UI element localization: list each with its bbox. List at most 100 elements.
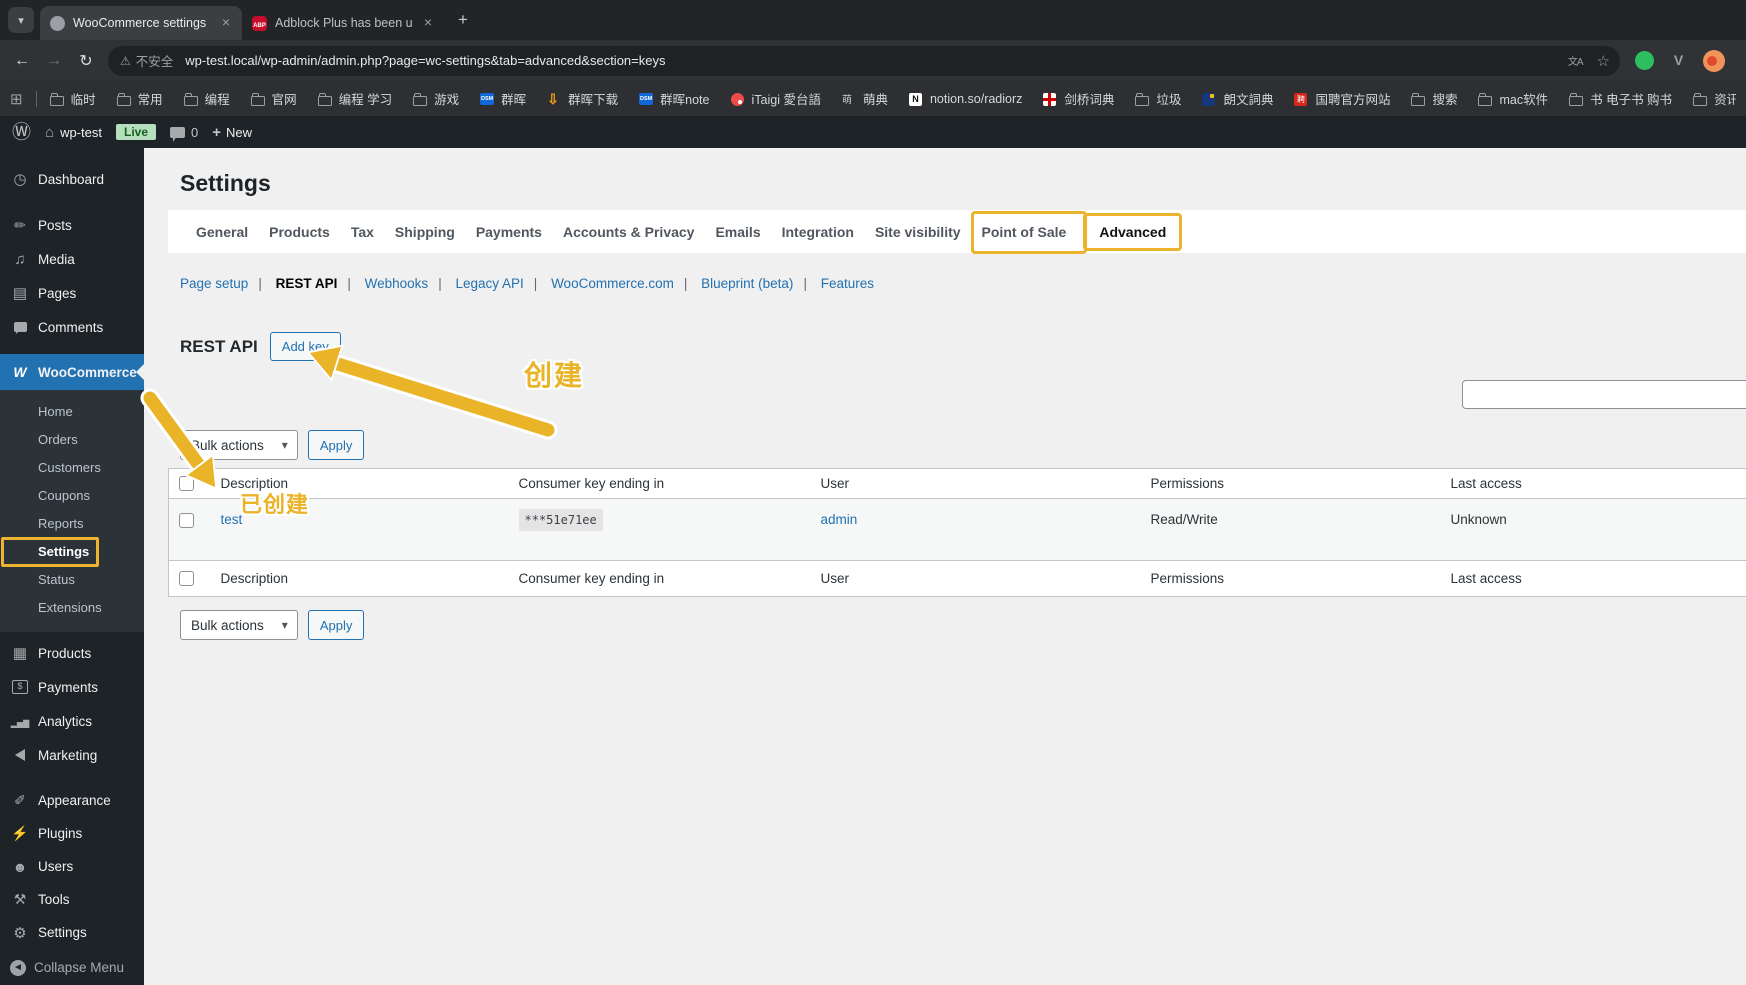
- sidebar-item[interactable]: Tools: [0, 883, 144, 916]
- bookmark-item[interactable]: 官网: [250, 89, 297, 108]
- sidebar-item[interactable]: Settings: [0, 916, 144, 949]
- subnav-link[interactable]: REST API: [276, 276, 361, 291]
- security-label[interactable]: 不安全: [136, 51, 174, 70]
- settings-tab[interactable]: Accounts & Privacy: [563, 224, 695, 240]
- settings-tab[interactable]: Site visibility: [875, 224, 961, 240]
- back-icon[interactable]: [8, 47, 36, 75]
- submenu-item[interactable]: Home: [0, 398, 144, 426]
- submenu-item[interactable]: Extensions: [0, 594, 144, 622]
- settings-tab[interactable]: Products: [269, 224, 330, 240]
- bookmark-item[interactable]: 资讯 设计: [1693, 89, 1736, 108]
- sidebar-item[interactable]: Plugins: [0, 817, 144, 850]
- admin-bar-new[interactable]: New: [212, 124, 252, 141]
- bookmark-item[interactable]: 群晖: [480, 89, 526, 108]
- evernote-extension-icon[interactable]: [1635, 51, 1654, 70]
- bookmark-star-icon[interactable]: [1597, 52, 1610, 70]
- settings-tab[interactable]: Integration: [782, 224, 854, 240]
- tab-close-icon[interactable]: [218, 15, 234, 31]
- submenu-item[interactable]: Orders: [0, 426, 144, 454]
- bookmark-icon: [250, 92, 265, 106]
- search-key-input[interactable]: [1462, 380, 1746, 409]
- sidebar-item[interactable]: Analytics: [0, 704, 144, 738]
- not-secure-warning-icon[interactable]: [120, 54, 131, 68]
- bookmark-item[interactable]: 群晖note: [639, 89, 709, 108]
- tab-close-icon[interactable]: [420, 15, 436, 31]
- subnav-link[interactable]: Legacy API: [455, 276, 547, 291]
- sidebar-item[interactable]: Pages: [0, 276, 144, 310]
- settings-tab[interactable]: General: [196, 224, 248, 240]
- settings-tab[interactable]: Point of Sale: [982, 224, 1067, 240]
- settings-tab[interactable]: Advanced: [1083, 212, 1183, 251]
- apps-grid-icon[interactable]: [10, 90, 23, 108]
- subnav-link[interactable]: Page setup: [180, 276, 272, 291]
- translate-icon[interactable]: [1568, 53, 1583, 68]
- subnav-link[interactable]: Features: [821, 276, 874, 291]
- sidebar-item[interactable]: Appearance: [0, 784, 144, 817]
- submenu-item[interactable]: Coupons: [0, 482, 144, 510]
- sidebar-item[interactable]: Products: [0, 636, 144, 670]
- select-all-checkbox[interactable]: [179, 476, 194, 492]
- settings-tab[interactable]: Tax: [351, 224, 374, 240]
- bookmark-item[interactable]: 朗文詞典: [1202, 89, 1273, 108]
- sidebar-item[interactable]: Users: [0, 850, 144, 883]
- browser-tab[interactable]: Adblock Plus has been updat: [242, 6, 444, 40]
- bookmark-item[interactable]: 垃圾: [1135, 89, 1181, 108]
- bookmark-item[interactable]: iTaigi 愛台語: [731, 89, 821, 108]
- bookmark-item[interactable]: 搜索: [1411, 89, 1457, 108]
- v-extension-icon[interactable]: [1669, 51, 1688, 70]
- bookmark-item[interactable]: mac软件: [1478, 89, 1548, 108]
- bookmark-item[interactable]: 萌典: [842, 89, 888, 108]
- bulk-actions-bottom: Bulk actions Apply: [180, 610, 365, 640]
- bookmark-item[interactable]: 游戏: [413, 89, 459, 108]
- profile-avatar[interactable]: [1703, 49, 1725, 72]
- section-title: REST API: [180, 336, 258, 356]
- bookmark-item[interactable]: 群晖下载: [547, 89, 618, 108]
- key-user-link[interactable]: admin: [821, 512, 858, 527]
- select-all-checkbox-bottom[interactable]: [179, 571, 194, 587]
- collapse-menu-button[interactable]: Collapse Menu: [0, 951, 144, 984]
- admin-bar-comments[interactable]: 0: [170, 125, 198, 142]
- subnav-link[interactable]: Blueprint (beta): [701, 276, 817, 291]
- tab-search-icon[interactable]: [8, 7, 34, 33]
- key-description-link[interactable]: test: [221, 512, 243, 527]
- settings-tab[interactable]: Emails: [715, 224, 760, 240]
- submenu-item[interactable]: Status: [0, 566, 144, 594]
- submenu-item[interactable]: Customers: [0, 454, 144, 482]
- bookmark-item[interactable]: notion.so/radiorz: [909, 92, 1022, 106]
- new-tab-button[interactable]: [450, 7, 476, 33]
- bookmark-item[interactable]: 临时: [49, 89, 96, 108]
- bookmark-item[interactable]: 编程: [183, 89, 230, 108]
- reload-icon[interactable]: [72, 47, 100, 75]
- sidebar-item-woocommerce[interactable]: WooCommerce: [0, 354, 144, 390]
- settings-tab[interactable]: Shipping: [395, 224, 455, 240]
- sidebar-item[interactable]: Dashboard: [0, 162, 144, 196]
- subnav-link[interactable]: Webhooks: [365, 276, 452, 291]
- menu-icon: [10, 859, 30, 875]
- browser-tab[interactable]: WooCommerce settings ‹ wp: [40, 6, 242, 40]
- bookmark-item[interactable]: 编程 学习: [317, 89, 392, 108]
- sidebar-item[interactable]: Media: [0, 242, 144, 276]
- submenu-item[interactable]: Reports: [0, 510, 144, 538]
- subnav-link[interactable]: WooCommerce.com: [551, 276, 697, 291]
- submenu-item[interactable]: Settings: [0, 538, 144, 566]
- forward-icon[interactable]: [40, 47, 68, 75]
- bookmark-item[interactable]: 书 电子书 购书: [1569, 89, 1672, 108]
- bookmark-item[interactable]: 常用: [116, 89, 163, 108]
- add-key-button[interactable]: Add key: [269, 332, 341, 361]
- settings-tab[interactable]: Payments: [476, 224, 542, 240]
- wordpress-logo-icon[interactable]: [12, 123, 31, 142]
- sidebar-item[interactable]: Marketing: [0, 738, 144, 772]
- address-bar[interactable]: 不安全 wp-test.local/wp-admin/admin.php?pag…: [108, 45, 1620, 76]
- apply-button-bottom[interactable]: Apply: [307, 610, 365, 640]
- sidebar-item[interactable]: Comments: [0, 310, 144, 344]
- sidebar-item[interactable]: Payments: [0, 670, 144, 704]
- admin-bar-site-name[interactable]: wp-test: [45, 124, 102, 141]
- bulk-actions-select-bottom[interactable]: Bulk actions: [180, 610, 298, 640]
- apply-button[interactable]: Apply: [307, 430, 365, 460]
- bulk-actions-select[interactable]: Bulk actions: [180, 430, 298, 460]
- bookmark-item[interactable]: 国聘官方网站: [1294, 89, 1390, 108]
- row-checkbox[interactable]: [179, 512, 194, 528]
- sidebar-item[interactable]: Posts: [0, 208, 144, 242]
- url-text[interactable]: wp-test.local/wp-admin/admin.php?page=wc…: [185, 53, 1554, 68]
- bookmark-item[interactable]: 剑桥词典: [1043, 89, 1114, 108]
